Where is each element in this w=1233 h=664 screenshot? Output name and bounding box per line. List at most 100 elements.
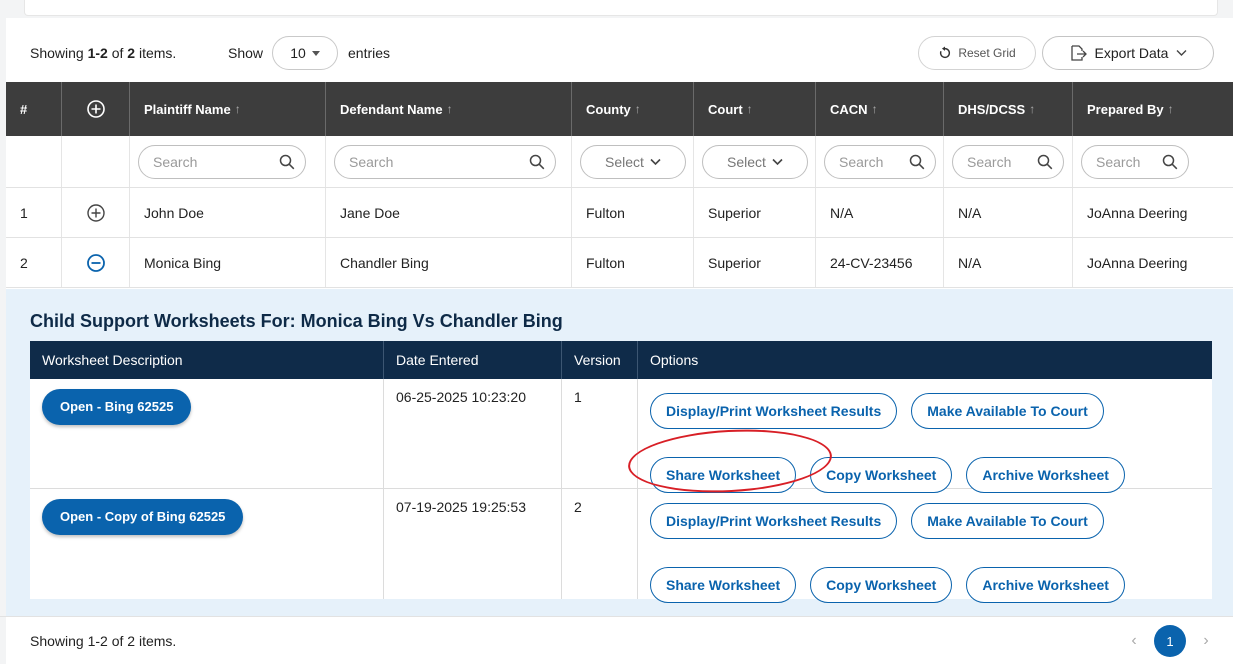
col-header-description: Worksheet Description [30,341,384,379]
expand-all-button[interactable] [62,82,130,136]
date-cell: 06-25-2025 10:23:20 [384,379,562,488]
showing-prefix: Showing [30,45,88,61]
entries-select[interactable]: 10 [272,36,338,70]
showing-total: 2 [127,45,136,61]
collapse-row-button[interactable] [62,238,130,287]
page-button-current[interactable]: 1 [1154,625,1186,657]
defendant-cell: Jane Doe [326,188,572,237]
caret-down-icon [311,50,320,56]
display-print-button[interactable]: Display/Print Worksheet Results [650,393,898,429]
col-header-cacn[interactable]: CACN ↑ [816,82,944,136]
filter-cell-empty [6,136,62,187]
display-print-button[interactable]: Display/Print Worksheet Results [650,503,898,539]
share-worksheet-button[interactable]: Share Worksheet [650,567,797,603]
sort-arrow-icon: ↑ [634,102,641,116]
sort-arrow-icon: ↑ [746,102,753,116]
county-cell: Fulton [572,188,694,237]
top-panel [24,0,1218,16]
col-label: # [20,101,28,117]
filter-cell: Select [694,136,816,187]
col-header-date: Date Entered [384,341,562,379]
defendant-cell: Chandler Bing [326,238,572,287]
footer-showing-count: Showing 1-2 of 2 items. [30,633,177,649]
filter-cell: Search [816,136,944,187]
sort-arrow-icon: ↑ [1029,102,1036,116]
share-worksheet-button[interactable]: Share Worksheet [650,457,797,493]
entries-value: 10 [290,45,306,61]
sort-arrow-icon: ↑ [871,102,878,116]
open-worksheet-button[interactable]: Open - Copy of Bing 62525 [42,499,244,535]
dhs-search-input[interactable]: Search [952,144,1064,179]
defendant-search-input[interactable]: Search [334,144,556,179]
county-cell: Fulton [572,238,694,287]
table-row[interactable]: 1 John Doe Jane Doe Fulton Superior N/A … [6,188,1233,238]
dhs-cell: N/A [944,238,1073,287]
county-select[interactable]: Select [580,144,686,179]
reset-icon [938,46,952,60]
worksheets-table: Worksheet Description Date Entered Versi… [30,341,1212,603]
chevron-down-icon [772,158,783,166]
grid-toolbar: Showing 1-2 of 2 items. Show 10 entries … [30,36,1220,70]
search-icon [1037,154,1053,170]
col-header-court[interactable]: Court ↑ [694,82,816,136]
filter-cell-empty [62,136,130,187]
reset-grid-button[interactable]: Reset Grid [918,36,1036,70]
archive-worksheet-button[interactable]: Archive Worksheet [966,567,1125,603]
sort-arrow-icon: ↑ [446,102,453,116]
copy-worksheet-button[interactable]: Copy Worksheet [810,567,953,603]
plaintiff-cell: John Doe [130,188,326,237]
col-header-defendant[interactable]: Defendant Name ↑ [326,82,572,136]
open-worksheet-button[interactable]: Open - Bing 62525 [42,389,192,425]
worksheets-header-row: Worksheet Description Date Entered Versi… [30,341,1212,379]
placeholder: Search [967,153,1012,170]
court-cell: Superior [694,188,816,237]
court-select[interactable]: Select [702,144,808,179]
export-data-button[interactable]: Export Data [1042,36,1214,70]
description-cell: Open - Bing 62525 [30,379,384,488]
plaintiff-search-input[interactable]: Search [138,144,306,179]
col-header-dhs[interactable]: DHS/DCSS ↑ [944,82,1073,136]
placeholder: Search [153,153,198,170]
placeholder: Search [1096,153,1141,170]
prepared-by-search-input[interactable]: Search [1081,144,1189,179]
court-cell: Superior [694,238,816,287]
worksheet-row: Open - Copy of Bing 62525 07-19-2025 19:… [30,489,1212,603]
expand-row-button[interactable] [62,188,130,237]
col-header-plaintiff[interactable]: Plaintiff Name ↑ [130,82,326,136]
row-number: 1 [6,188,62,237]
chevron-down-icon [1176,49,1187,57]
plaintiff-cell: Monica Bing [130,238,326,287]
make-available-button[interactable]: Make Available To Court [911,393,1104,429]
options-cell: Display/Print Worksheet Results Make Ava… [638,489,1212,603]
prev-page-icon[interactable]: ‹ [1124,632,1144,650]
copy-worksheet-button[interactable]: Copy Worksheet [810,457,953,493]
filter-cell: Search [944,136,1073,187]
search-icon [1162,154,1178,170]
plus-circle-icon [86,99,106,119]
search-icon [909,154,925,170]
worksheet-row: Open - Bing 62525 06-25-2025 10:23:20 1 … [30,379,1212,493]
grid-header-row: # Plaintiff Name ↑ Defendant Name ↑ County… [6,82,1233,136]
minus-circle-icon [86,253,106,273]
cacn-search-input[interactable]: Search [824,144,936,179]
date-cell: 07-19-2025 19:25:53 [384,489,562,599]
export-icon [1069,44,1087,62]
filter-cell: Search [130,136,326,187]
archive-worksheet-button[interactable]: Archive Worksheet [966,457,1125,493]
col-header-county[interactable]: County ↑ [572,82,694,136]
options-cell: Display/Print Worksheet Results Make Ava… [638,379,1212,493]
next-page-icon[interactable]: › [1196,632,1216,650]
grid-footer: Showing 1-2 of 2 items. ‹ 1 › [0,616,1233,664]
description-cell: Open - Copy of Bing 62525 [30,489,384,599]
version-cell: 1 [562,379,638,488]
export-data-label: Export Data [1094,45,1169,61]
worksheets-panel: Child Support Worksheets For: Monica Bin… [6,289,1233,616]
col-label: Plaintiff Name [144,101,231,117]
showing-mid: of [107,45,128,61]
pagination: ‹ 1 › [1116,625,1226,657]
table-row[interactable]: 2 Monica Bing Chandler Bing Fulton Super… [6,238,1233,288]
make-available-button[interactable]: Make Available To Court [911,503,1104,539]
worksheets-title: Child Support Worksheets For: Monica Bin… [30,311,563,331]
placeholder: Search [839,153,884,170]
col-header-prepared-by[interactable]: Prepared By ↑ [1073,82,1233,136]
